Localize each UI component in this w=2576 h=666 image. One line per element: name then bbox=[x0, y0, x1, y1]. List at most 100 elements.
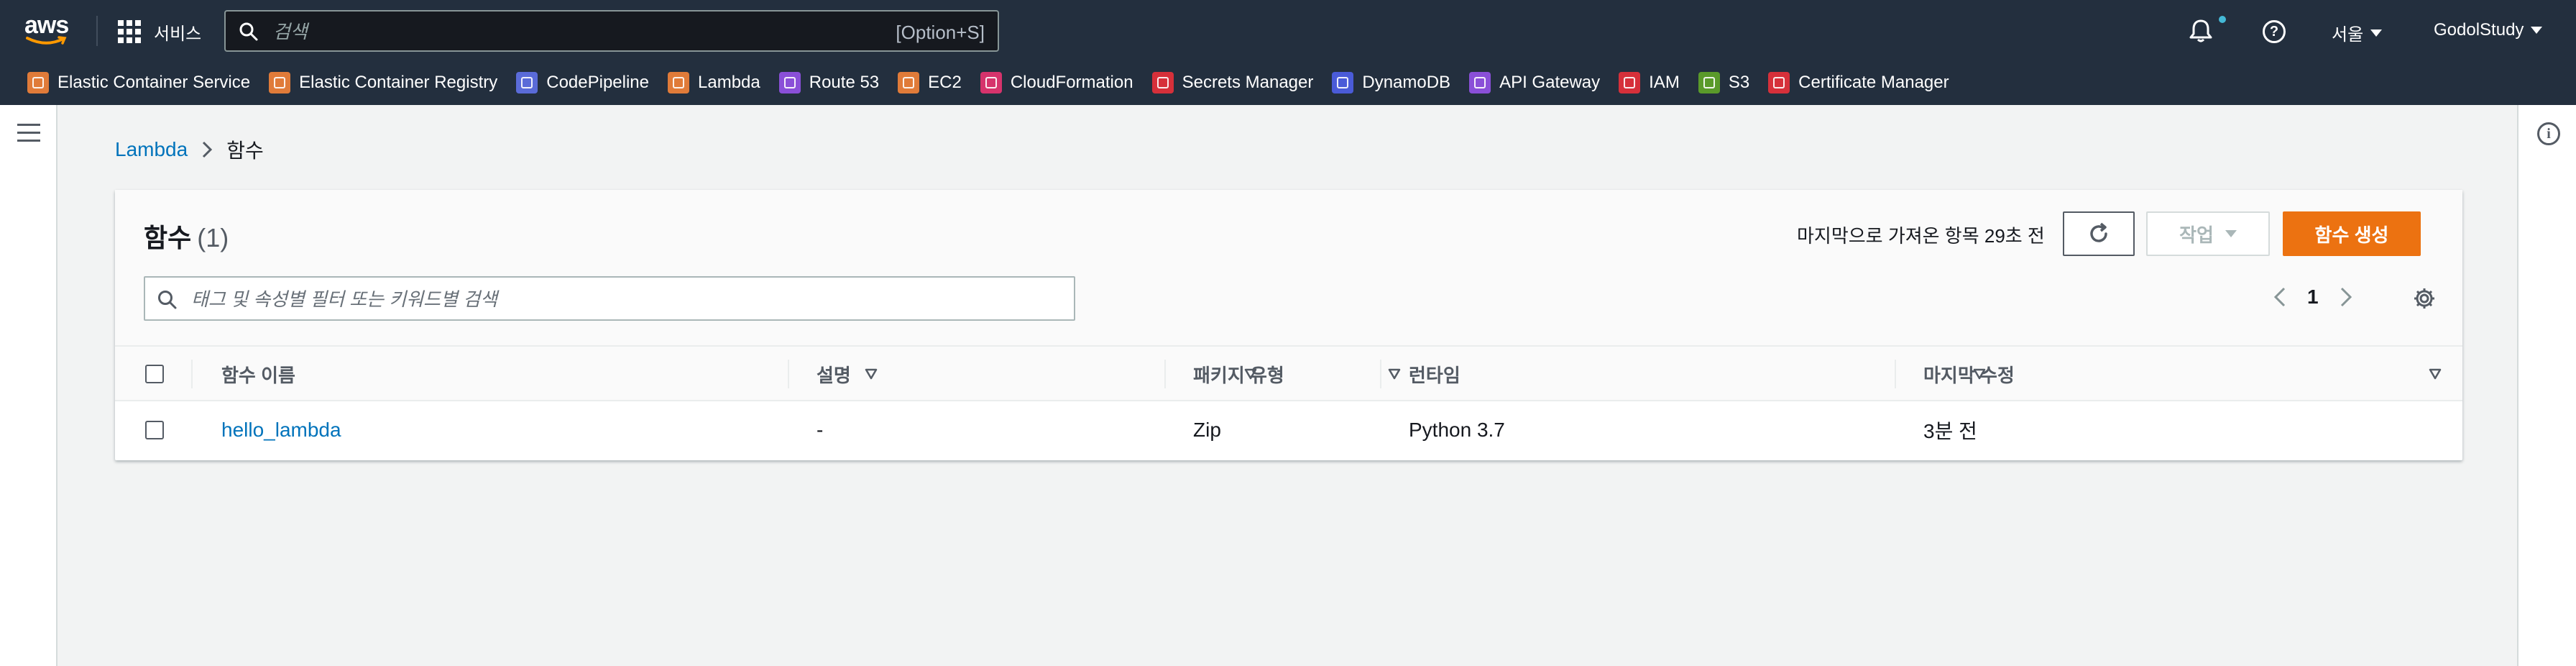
favorite-label: S3 bbox=[1728, 73, 1750, 92]
function-filter[interactable] bbox=[144, 276, 1075, 321]
row-select-checkbox[interactable] bbox=[145, 421, 164, 439]
column-header-package-type[interactable]: 패키지 유형 bbox=[1193, 347, 1438, 401]
functions-panel: 함수 (1) 마지막으로 가져온 항목 29초 전 작업 함수 생성 태그 및 … bbox=[115, 190, 2462, 460]
chevron-left-icon[interactable] bbox=[2271, 284, 2288, 310]
column-divider bbox=[1164, 360, 1166, 388]
secrets-manager-icon bbox=[1151, 72, 1174, 93]
function-filter-input[interactable] bbox=[190, 285, 1055, 314]
favorite-certificate-manager[interactable]: Certificate Manager bbox=[1768, 72, 1949, 93]
pagination: 1 bbox=[2271, 279, 2355, 315]
breadcrumb: Lambda 함수 bbox=[115, 135, 264, 164]
aws-smile-icon bbox=[26, 36, 67, 45]
favorite-label: IAM bbox=[1649, 73, 1680, 92]
column-header-runtime[interactable]: 런타임 bbox=[1409, 347, 2012, 401]
breadcrumb-current: 함수 bbox=[226, 140, 264, 162]
column-header-last-modified[interactable]: 마지막 수정 bbox=[1923, 347, 2455, 401]
ecs-icon bbox=[27, 72, 49, 93]
chevron-right-icon bbox=[203, 141, 213, 158]
certificate-manager-icon bbox=[1768, 72, 1790, 93]
function-package-type: Zip bbox=[1193, 419, 1221, 441]
favorite-route53[interactable]: Route 53 bbox=[778, 72, 879, 93]
s3-icon bbox=[1698, 72, 1720, 93]
favorite-codepipeline[interactable]: CodePipeline bbox=[516, 72, 649, 93]
favorite-label: Certificate Manager bbox=[1798, 73, 1949, 92]
info-icon[interactable]: i bbox=[2537, 122, 2560, 145]
iam-icon bbox=[1619, 72, 1641, 93]
ec2-icon bbox=[898, 72, 920, 93]
actions-label: 작업 bbox=[2179, 224, 2214, 246]
functions-panel-header: 함수 (1) 마지막으로 가져온 항목 29초 전 작업 함수 생성 태그 및 … bbox=[115, 190, 2462, 345]
left-nav-rail bbox=[0, 105, 58, 666]
favorite-ec2[interactable]: EC2 bbox=[898, 72, 962, 93]
function-last-modified: 3분 전 bbox=[1923, 420, 1977, 442]
notifications-bell-icon[interactable] bbox=[2188, 19, 2214, 43]
account-menu[interactable]: GodolStudy bbox=[2434, 20, 2543, 40]
menu-hamburger-icon[interactable] bbox=[17, 124, 40, 147]
column-divider bbox=[1380, 360, 1381, 388]
last-fetched-text: 마지막으로 가져온 항목 29초 전 bbox=[1797, 225, 2045, 247]
top-navigation: aws 서비스 [Option+S] ? bbox=[0, 0, 2576, 105]
dynamodb-icon bbox=[1332, 72, 1354, 93]
function-name-link[interactable]: hello_lambda bbox=[221, 401, 341, 459]
favorite-ecr[interactable]: Elastic Container Registry bbox=[269, 72, 497, 93]
favorite-label: CloudFormation bbox=[1010, 73, 1133, 92]
create-function-button[interactable]: 함수 생성 bbox=[2283, 211, 2421, 256]
breadcrumb-lambda-link[interactable]: Lambda bbox=[115, 138, 188, 161]
column-header-label: 설명 bbox=[816, 364, 851, 386]
gear-icon[interactable] bbox=[2412, 286, 2437, 311]
help-icon[interactable]: ? bbox=[2263, 20, 2286, 43]
favorite-label: EC2 bbox=[928, 73, 962, 92]
actions-dropdown-button[interactable]: 작업 bbox=[2146, 211, 2270, 256]
grid-icon bbox=[118, 20, 141, 43]
column-divider bbox=[1895, 360, 1896, 388]
sort-triangle-icon[interactable] bbox=[1387, 367, 1402, 381]
caret-down-icon bbox=[2370, 29, 2383, 37]
nav-divider bbox=[96, 16, 98, 46]
favorite-label: API Gateway bbox=[1499, 73, 1601, 92]
sort-triangle-icon[interactable] bbox=[2428, 367, 2442, 381]
favorite-iam[interactable]: IAM bbox=[1619, 72, 1680, 93]
favorite-lambda[interactable]: Lambda bbox=[668, 72, 760, 93]
aws-logo-text: aws bbox=[24, 12, 69, 39]
favorite-api-gateway[interactable]: API Gateway bbox=[1469, 72, 1600, 93]
route53-icon bbox=[778, 72, 801, 93]
favorite-dynamodb[interactable]: DynamoDB bbox=[1332, 72, 1450, 93]
api-gateway-icon bbox=[1469, 72, 1491, 93]
function-description: - bbox=[816, 419, 824, 441]
global-search-input[interactable] bbox=[272, 17, 850, 46]
aws-logo[interactable]: aws bbox=[24, 13, 76, 46]
favorite-label: DynamoDB bbox=[1362, 73, 1451, 92]
refresh-button[interactable] bbox=[2063, 211, 2135, 256]
search-icon bbox=[239, 22, 258, 41]
favorite-label: Lambda bbox=[698, 73, 760, 92]
favorite-secrets-manager[interactable]: Secrets Manager bbox=[1151, 72, 1314, 93]
lambda-icon bbox=[668, 72, 690, 93]
global-search[interactable]: [Option+S] bbox=[224, 10, 999, 52]
favorite-label: Elastic Container Registry bbox=[299, 73, 498, 92]
favorites-bar: Elastic Container Service Elastic Contain… bbox=[0, 66, 1968, 99]
create-function-label: 함수 생성 bbox=[2314, 224, 2389, 246]
services-menu-button[interactable]: 서비스 bbox=[118, 17, 201, 46]
function-runtime: Python 3.7 bbox=[1409, 419, 1505, 441]
codepipeline-icon bbox=[516, 72, 538, 93]
services-label: 서비스 bbox=[154, 24, 202, 44]
select-all-checkbox[interactable] bbox=[145, 365, 164, 383]
favorite-label: CodePipeline bbox=[546, 73, 650, 92]
right-help-rail: i bbox=[2517, 105, 2576, 666]
region-selector[interactable]: 서울 bbox=[2332, 20, 2383, 45]
ecr-icon bbox=[269, 72, 291, 93]
favorite-cloudformation[interactable]: CloudFormation bbox=[980, 72, 1133, 93]
chevron-right-icon[interactable] bbox=[2337, 284, 2355, 310]
search-shortcut-hint: [Option+S] bbox=[896, 22, 985, 43]
table-row[interactable]: hello_lambda - Zip Python 3.7 3분 전 bbox=[115, 401, 2462, 459]
refresh-icon bbox=[2090, 222, 2107, 242]
column-header-function-name[interactable]: 함수 이름 bbox=[221, 347, 881, 401]
favorite-label: Elastic Container Service bbox=[58, 73, 251, 92]
region-label: 서울 bbox=[2332, 25, 2364, 45]
favorite-s3[interactable]: S3 bbox=[1698, 72, 1749, 93]
favorite-label: Secrets Manager bbox=[1182, 73, 1314, 92]
favorite-ecs[interactable]: Elastic Container Service bbox=[27, 72, 250, 93]
search-icon bbox=[158, 291, 177, 309]
cloudformation-icon bbox=[980, 72, 1002, 93]
current-page-number[interactable]: 1 bbox=[2307, 286, 2319, 309]
